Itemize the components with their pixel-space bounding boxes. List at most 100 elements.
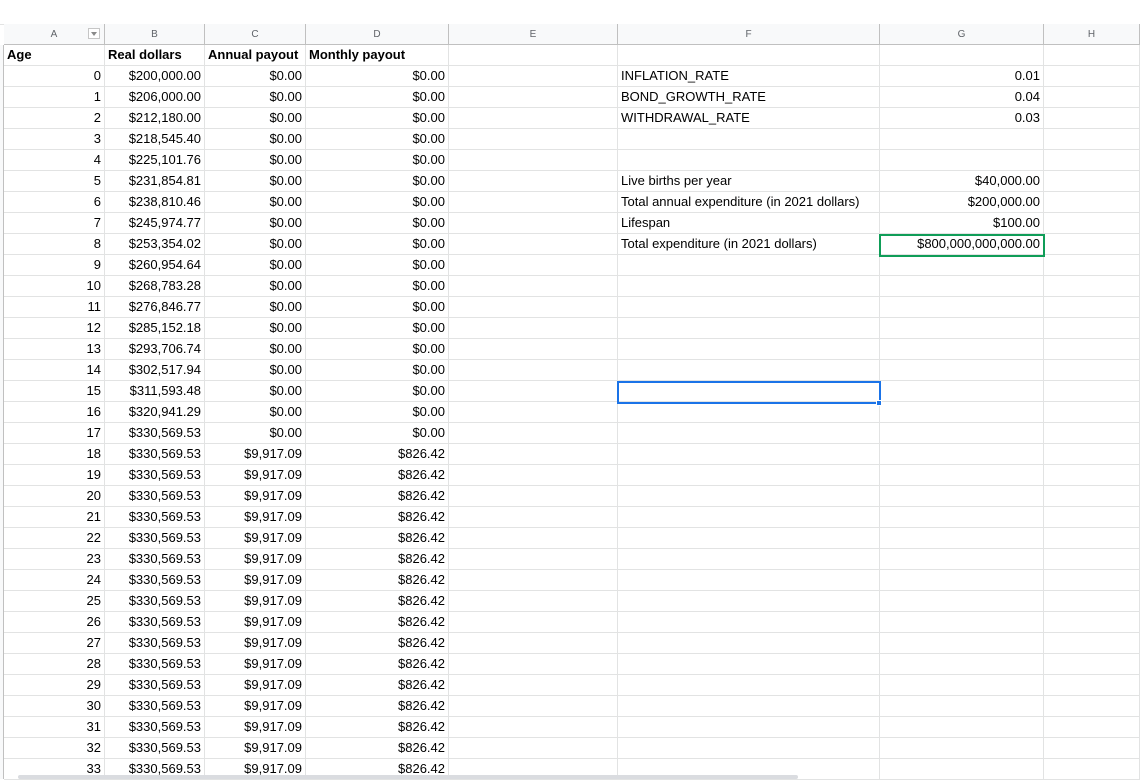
column-header-a[interactable]: A [4,24,105,45]
header-annual-payout[interactable]: Annual payout [205,45,306,66]
cell-monthly-payout[interactable]: $0.00 [306,276,449,297]
cell-real-dollars[interactable]: $320,941.29 [105,402,205,423]
cell-parameter-label[interactable] [618,507,880,528]
cell-annual-payout[interactable]: $0.00 [205,213,306,234]
cell-parameter-label[interactable] [618,150,880,171]
column-header-g[interactable]: G [880,24,1044,45]
cell-monthly-payout[interactable]: $0.00 [306,66,449,87]
cell-age[interactable]: 16 [4,402,105,423]
cell-age[interactable]: 28 [4,654,105,675]
cell[interactable] [449,738,618,759]
cell-monthly-payout[interactable]: $0.00 [306,297,449,318]
cell-parameter-label[interactable] [618,444,880,465]
cell-real-dollars[interactable]: $330,569.53 [105,738,205,759]
cell[interactable] [449,675,618,696]
cell[interactable] [449,528,618,549]
cell[interactable] [1044,129,1140,150]
cell-annual-payout[interactable]: $9,917.09 [205,444,306,465]
cell[interactable] [449,486,618,507]
fill-handle[interactable] [876,400,882,406]
cell[interactable] [1044,675,1140,696]
cell-parameter-value[interactable] [880,549,1044,570]
cell-real-dollars[interactable]: $330,569.53 [105,423,205,444]
cell[interactable] [1044,318,1140,339]
cell[interactable] [1044,612,1140,633]
cell-parameter-value[interactable] [880,591,1044,612]
column-header-h[interactable]: H [1044,24,1140,45]
cell-monthly-payout[interactable]: $826.42 [306,633,449,654]
cell-age[interactable]: 32 [4,738,105,759]
cell-real-dollars[interactable]: $238,810.46 [105,192,205,213]
cell-annual-payout[interactable]: $9,917.09 [205,633,306,654]
cell[interactable] [449,423,618,444]
column-header-e[interactable]: E [449,24,618,45]
cell-monthly-payout[interactable]: $0.00 [306,381,449,402]
cell-real-dollars[interactable]: $206,000.00 [105,87,205,108]
cell[interactable] [449,402,618,423]
cell[interactable] [1044,150,1140,171]
cell-age[interactable]: 22 [4,528,105,549]
cell-age[interactable]: 29 [4,675,105,696]
cell[interactable] [449,339,618,360]
column-header-f[interactable]: F [618,24,880,45]
cell-parameter-value[interactable] [880,276,1044,297]
cell-annual-payout[interactable]: $0.00 [205,360,306,381]
cell-real-dollars[interactable]: $330,569.53 [105,696,205,717]
cell-annual-payout[interactable]: $0.00 [205,297,306,318]
cell[interactable] [449,318,618,339]
cell-age[interactable]: 2 [4,108,105,129]
cell-annual-payout[interactable]: $0.00 [205,108,306,129]
cell-parameter-label[interactable] [618,654,880,675]
column-header-d[interactable]: D [306,24,449,45]
cell-parameter-label[interactable] [618,696,880,717]
cell-real-dollars[interactable]: $311,593.48 [105,381,205,402]
cell-age[interactable]: 7 [4,213,105,234]
cell-parameter-value[interactable] [880,633,1044,654]
cell[interactable] [618,45,880,66]
cell-parameter-label[interactable] [618,528,880,549]
cell[interactable] [1044,255,1140,276]
cell-real-dollars[interactable]: $276,846.77 [105,297,205,318]
cell-parameter-label[interactable]: WITHDRAWAL_RATE [618,108,880,129]
cell-age[interactable]: 13 [4,339,105,360]
cell-parameter-value[interactable] [880,402,1044,423]
cell[interactable] [449,444,618,465]
cell-age[interactable]: 18 [4,444,105,465]
cell-parameter-value[interactable] [880,255,1044,276]
cell-age[interactable]: 1 [4,87,105,108]
cell-parameter-value[interactable] [880,444,1044,465]
cell-parameter-value[interactable]: $200,000.00 [880,192,1044,213]
cell-monthly-payout[interactable]: $0.00 [306,255,449,276]
cell-monthly-payout[interactable]: $0.00 [306,213,449,234]
cell-parameter-value[interactable] [880,381,1044,402]
cell-annual-payout[interactable]: $9,917.09 [205,570,306,591]
cell[interactable] [449,129,618,150]
cell-real-dollars[interactable]: $260,954.64 [105,255,205,276]
cell-age[interactable]: 26 [4,612,105,633]
column-header-c[interactable]: C [205,24,306,45]
cell-parameter-label[interactable]: BOND_GROWTH_RATE [618,87,880,108]
cell-parameter-label[interactable] [618,297,880,318]
cell-real-dollars[interactable]: $330,569.53 [105,507,205,528]
cell-age[interactable]: 12 [4,318,105,339]
cell-parameter-label[interactable] [618,465,880,486]
cell-monthly-payout[interactable]: $826.42 [306,675,449,696]
cell-parameter-label[interactable] [618,549,880,570]
cell-parameter-label[interactable] [618,255,880,276]
cell-real-dollars[interactable]: $245,974.77 [105,213,205,234]
cell-monthly-payout[interactable]: $0.00 [306,87,449,108]
cell-parameter-value[interactable] [880,297,1044,318]
cell[interactable] [1044,276,1140,297]
cell-real-dollars[interactable]: $212,180.00 [105,108,205,129]
cell-parameter-label[interactable] [618,717,880,738]
cell-annual-payout[interactable]: $9,917.09 [205,696,306,717]
cell-annual-payout[interactable]: $0.00 [205,423,306,444]
cell-age[interactable]: 17 [4,423,105,444]
horizontal-scrollbar[interactable] [18,775,798,779]
cell[interactable] [449,234,618,255]
cell-monthly-payout[interactable]: $0.00 [306,171,449,192]
cell-parameter-value[interactable] [880,717,1044,738]
cell-parameter-value[interactable] [880,360,1044,381]
cell[interactable] [1044,192,1140,213]
cell-parameter-label[interactable] [618,591,880,612]
